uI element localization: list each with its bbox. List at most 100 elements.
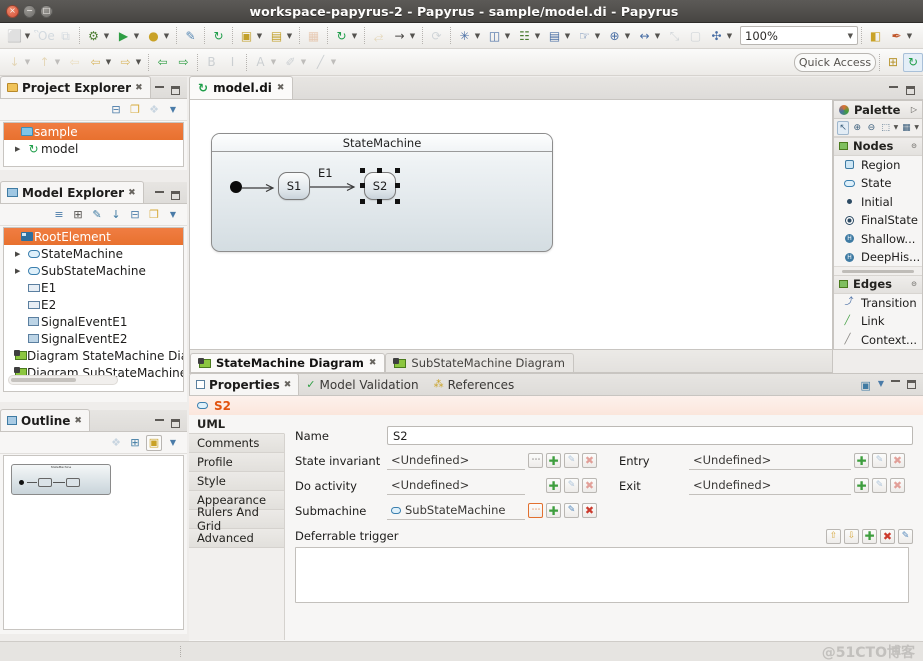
fill-color-dropdown-arrow-icon[interactable]: ▼ (299, 58, 308, 66)
do-activity-delete-button[interactable]: ✖ (582, 478, 597, 493)
properties-tab-comments[interactable]: Comments (189, 434, 284, 453)
open-perspective-button[interactable]: ⊞ (883, 53, 903, 72)
new-model-button[interactable]: ▣ ▼ (236, 25, 266, 47)
previous-annotation-button[interactable]: ↓ ▼ (4, 51, 34, 73)
align-nodes-button[interactable]: ◫ ▼ (484, 25, 514, 47)
papyrus-wizard-button[interactable]: ✒ ▼ (886, 25, 916, 47)
collapse-icon[interactable]: ⊝ (911, 142, 917, 150)
view-menu-icon[interactable]: ▼ (165, 102, 181, 118)
palette-item-deephis[interactable]: H DeepHis... (834, 248, 922, 266)
exit-edit-button[interactable]: ✎ (872, 478, 887, 493)
run-button[interactable]: ▶ ▼ (113, 25, 143, 47)
diagram-tab-substatemachine-diagram[interactable]: SubStateMachine Diagram (385, 353, 574, 372)
transition-label-e1[interactable]: E1 (318, 166, 333, 180)
tree-icon[interactable]: ⊞ (70, 207, 86, 223)
close-icon[interactable]: ✖ (277, 83, 285, 93)
select-tool-button[interactable]: ☞ ▼ (574, 25, 604, 47)
minimize-icon[interactable]: − (23, 4, 36, 18)
align-nodes-dropdown-arrow-icon[interactable]: ▼ (503, 32, 512, 40)
exit-add-button[interactable]: ✚ (854, 478, 869, 493)
tree-item-substatemachine[interactable]: ▶ SubStateMachine (4, 262, 183, 279)
tree-item-signalevente1[interactable]: SignalEventE1 (4, 313, 183, 330)
tree-item-rootelement[interactable]: RootElement (4, 228, 183, 245)
deferrable-trigger-up-button[interactable]: ⇧ (826, 528, 841, 544)
minimize-icon[interactable] (155, 191, 164, 193)
close-icon[interactable]: ✖ (128, 188, 136, 198)
close-icon[interactable]: ✖ (135, 83, 143, 93)
external-tools-button[interactable]: ✎ (180, 25, 201, 47)
line-style-dropdown-arrow-icon[interactable]: ▼ (329, 58, 338, 66)
arrow-tool-button[interactable]: → ▼ (389, 25, 419, 47)
tree-item-model[interactable]: ▶ ↻ model (4, 140, 183, 157)
marquee-tool[interactable]: ⬚ (880, 121, 892, 135)
new-wizard-dropdown-arrow-icon[interactable]: ▼ (23, 32, 32, 40)
palette-item-link[interactable]: ╱ Link (834, 312, 922, 330)
collapse-icon[interactable]: ⊝ (911, 280, 917, 288)
twisty-icon[interactable]: ▶ (15, 250, 26, 258)
sync-model-button[interactable]: ⥄ (368, 25, 389, 47)
exit-delete-button[interactable]: ✖ (890, 478, 905, 493)
diagram-tab-statemachine-diagram[interactable]: StateMachine Diagram ✖ (190, 353, 386, 372)
state-invariant-delete-button[interactable]: ✖ (582, 453, 597, 468)
twisty-icon[interactable]: ▶ (15, 145, 26, 153)
zoom-fit-dropdown-arrow-icon[interactable]: ▼ (725, 32, 734, 40)
hierarchy-icon[interactable]: ⊞ (127, 435, 143, 451)
palette-item-finalstate[interactable]: FinalState (834, 211, 922, 229)
tree-item-e1[interactable]: E1 (4, 279, 183, 296)
palette-settings-tool[interactable]: ▦ (900, 121, 912, 135)
font-color-button[interactable]: A ▼ (250, 51, 280, 73)
properties-tab-rulers-and-grid[interactable]: Rulers And Grid (189, 505, 284, 533)
do-activity-input[interactable]: <Undefined> (387, 476, 525, 495)
properties-tab-uml[interactable]: UML (189, 415, 285, 434)
arrange-all-button[interactable]: ✳ ▼ (454, 25, 484, 47)
submachine-edit-button[interactable]: ✎ (564, 503, 579, 518)
overview-icon[interactable]: ▣ (146, 434, 162, 451)
palette-item-context[interactable]: ╱ Context... (834, 331, 922, 349)
tree-item-diagram-statemachine-diagr[interactable]: Diagram StateMachine Diagr (4, 347, 183, 364)
maximize-icon[interactable] (171, 419, 180, 428)
tab-references[interactable]: ⁂ References (427, 373, 523, 395)
papyrus-perspective-button[interactable]: ↻ (903, 52, 923, 72)
deferrable-trigger-delete-button[interactable]: ✖ (880, 528, 895, 544)
snap-to-grid-button[interactable]: ⤡ (664, 25, 685, 47)
initial-pseudostate[interactable] (230, 181, 242, 193)
tree-item-sample[interactable]: sample (4, 123, 183, 140)
italic-button[interactable]: I (222, 51, 243, 73)
navigate-back-button[interactable]: ⇦ (152, 51, 173, 73)
arrow-tool-dropdown-arrow-icon[interactable]: ▼ (408, 32, 417, 40)
debug-dropdown-arrow-icon[interactable]: ▼ (102, 32, 111, 40)
tree-item-e2[interactable]: E2 (4, 296, 183, 313)
pin-icon[interactable]: ▣ (860, 380, 870, 391)
filter-tool-button[interactable]: ⊕ ▼ (604, 25, 634, 47)
transition-s1-s2[interactable] (310, 182, 360, 192)
edit-icon[interactable]: ✎ (89, 207, 105, 223)
zoom-level-combo[interactable]: 100% ▼ (740, 26, 858, 45)
palette-item-state[interactable]: State (834, 174, 922, 192)
maximize-icon[interactable] (907, 380, 916, 389)
tab-model-di[interactable]: ↻ model.di ✖ (189, 76, 294, 99)
zoom-fit-button[interactable]: ✣ ▼ (706, 25, 736, 47)
tree-item-signalevente2[interactable]: SignalEventE2 (4, 330, 183, 347)
run-configuration-button[interactable]: ● ▼ (143, 25, 173, 47)
select-tool-dropdown-arrow-icon[interactable]: ▼ (593, 32, 602, 40)
next-annotation-button[interactable]: ↑ ▼ (34, 51, 64, 73)
link-with-editor-icon[interactable]: ❐ (127, 102, 143, 118)
debug-button[interactable]: ⚙ ▼ (83, 25, 113, 47)
refresh-diagram-button[interactable]: ⟳ (426, 25, 447, 47)
palette-scrollbar[interactable] (834, 266, 922, 276)
marquee-tool-dropdown-arrow-icon[interactable]: ▼ (894, 124, 899, 131)
filter-tool-dropdown-arrow-icon[interactable]: ▼ (623, 32, 632, 40)
deferrable-trigger-down-button[interactable]: ⇩ (844, 528, 859, 544)
statemachine-frame[interactable]: StateMachine S1 E1 S2 (211, 133, 553, 252)
minimize-icon[interactable] (889, 86, 898, 88)
fill-color-button[interactable]: ✐ ▼ (280, 51, 310, 73)
entry-input[interactable]: <Undefined> (689, 451, 851, 470)
save-all-button[interactable]: ⧉ (55, 25, 76, 47)
close-icon[interactable]: ✖ (369, 358, 377, 368)
properties-tab-style[interactable]: Style (189, 472, 284, 491)
submachine-delete-button[interactable]: ✖ (582, 503, 597, 518)
papyrus-tools-dropdown-arrow-icon[interactable]: ▼ (350, 32, 359, 40)
view-menu-icon[interactable]: ▼ (165, 207, 181, 223)
twisty-icon[interactable]: ▶ (15, 267, 26, 275)
model-explorer-hscrollbar[interactable] (8, 375, 118, 385)
